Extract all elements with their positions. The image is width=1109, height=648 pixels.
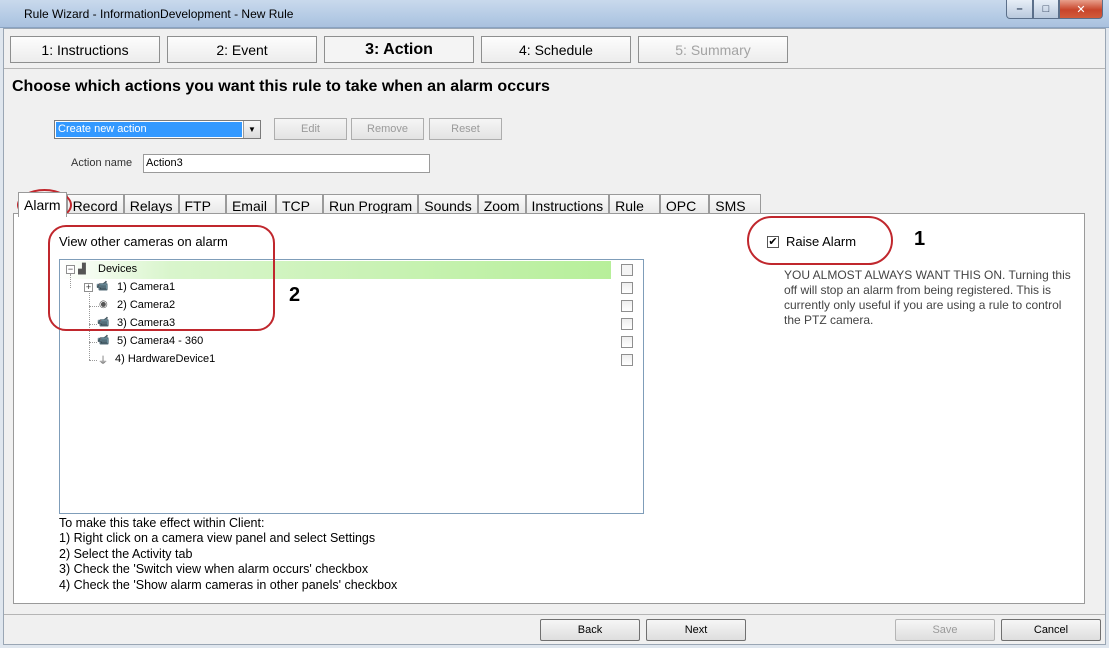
tree-checkbox[interactable] xyxy=(621,282,633,294)
action-name-label: Action name xyxy=(71,157,133,169)
tab-alarm[interactable]: Alarm xyxy=(18,192,67,217)
page-title: Choose which actions you want this rule … xyxy=(12,78,550,95)
instruction-line: To make this take effect within Client: xyxy=(59,516,265,530)
alarm-tab-panel: View other cameras on alarm − ▟ Devices … xyxy=(13,213,1085,604)
divider xyxy=(4,614,1105,615)
tree-row[interactable]: 📹 3) Camera3 xyxy=(60,315,643,333)
tree-row[interactable]: ⏚ 4) HardwareDevice1 xyxy=(60,351,643,369)
close-button[interactable]: ✕ xyxy=(1059,0,1103,19)
tree-line xyxy=(89,324,97,325)
action-select[interactable]: Create new action ▼ xyxy=(54,120,261,139)
divider xyxy=(4,68,1105,69)
tree-checkbox[interactable] xyxy=(621,300,633,312)
instruction-line: 2) Select the Activity tab xyxy=(59,546,193,561)
tree-label: 5) Camera4 - 360 xyxy=(117,335,204,347)
hardware-device-icon: ⏚ xyxy=(98,356,108,367)
tree-checkbox[interactable] xyxy=(621,318,633,330)
step-action[interactable]: 3: Action xyxy=(324,36,474,63)
view-cameras-label: View other cameras on alarm xyxy=(59,234,228,249)
checkbox-checked-icon[interactable]: ✔ xyxy=(767,235,779,248)
step-schedule[interactable]: 4: Schedule xyxy=(481,36,631,63)
tree-label: 3) Camera3 xyxy=(117,317,176,329)
raise-alarm-checkbox[interactable]: ✔ Raise Alarm xyxy=(767,234,856,249)
expand-icon[interactable]: + xyxy=(84,283,93,292)
chevron-down-icon[interactable]: ▼ xyxy=(243,121,260,138)
tree-row[interactable]: + 📹 1) Camera1 xyxy=(60,279,643,297)
maximize-button[interactable]: □ xyxy=(1033,0,1059,19)
instruction-line: 3) Check the 'Switch view when alarm occ… xyxy=(59,562,369,577)
action-name-input[interactable]: Action3 xyxy=(143,154,430,173)
annotation-number-1: 1 xyxy=(914,228,926,250)
tree-line xyxy=(89,342,97,343)
tree-row[interactable]: 📹 5) Camera4 - 360 xyxy=(60,333,643,351)
step-instructions[interactable]: 1: Instructions xyxy=(10,36,160,63)
tree-line xyxy=(89,306,99,307)
window-title: Rule Wizard - InformationDevelopment - N… xyxy=(24,7,294,21)
tree-row[interactable]: ◉ 2) Camera2 xyxy=(60,297,643,315)
collapse-icon[interactable]: − xyxy=(66,265,75,274)
raise-alarm-label: Raise Alarm xyxy=(786,234,857,249)
edit-button[interactable]: Edit xyxy=(274,118,347,140)
title-bar: Rule Wizard - InformationDevelopment - N… xyxy=(0,0,1109,28)
tree-checkbox[interactable] xyxy=(621,264,633,276)
save-button: Save xyxy=(895,619,995,641)
tree-label: Devices xyxy=(98,263,138,275)
tree-checkbox[interactable] xyxy=(621,354,633,366)
step-event[interactable]: 2: Event xyxy=(167,36,317,63)
device-tree[interactable]: − ▟ Devices + 📹 1) Camera1 ◉ 2) Camera2 xyxy=(59,259,644,514)
window-controls: – □ ✕ xyxy=(1006,0,1103,19)
next-button[interactable]: Next xyxy=(646,619,746,641)
action-select-value: Create new action xyxy=(56,122,242,137)
cancel-button[interactable]: Cancel xyxy=(1001,619,1101,641)
client-instructions: To make this take effect within Client: … xyxy=(59,516,397,593)
wizard-client: 1: Instructions 2: Event 3: Action 4: Sc… xyxy=(3,28,1106,645)
tree-label: 2) Camera2 xyxy=(117,299,176,311)
tree-row[interactable]: − ▟ Devices xyxy=(60,261,611,279)
raise-alarm-note: YOU ALMOST ALWAYS WANT THIS ON. Turning … xyxy=(784,268,1071,327)
annotation-number-2: 2 xyxy=(289,284,301,306)
step-summary: 5: Summary xyxy=(638,36,788,63)
minimize-button[interactable]: – xyxy=(1006,0,1033,19)
dome-camera-icon: ◉ xyxy=(99,299,108,310)
instruction-line: 1) Right click on a camera view panel an… xyxy=(59,531,376,546)
remove-button[interactable]: Remove xyxy=(351,118,424,140)
tree-line xyxy=(89,360,97,361)
camera-icon: 📹 xyxy=(97,317,110,328)
tree-checkbox[interactable] xyxy=(621,336,633,348)
camera-icon: 📹 xyxy=(96,281,109,292)
network-icon: ▟ xyxy=(78,264,86,275)
back-button[interactable]: Back xyxy=(540,619,640,641)
reset-button[interactable]: Reset xyxy=(429,118,502,140)
wizard-steps: 1: Instructions 2: Event 3: Action 4: Sc… xyxy=(10,36,795,63)
camera-icon: 📹 xyxy=(97,335,110,346)
tree-label: 1) Camera1 xyxy=(117,281,176,293)
tree-label: 4) HardwareDevice1 xyxy=(115,353,216,365)
instruction-line: 4) Check the 'Show alarm cameras in othe… xyxy=(59,577,398,592)
